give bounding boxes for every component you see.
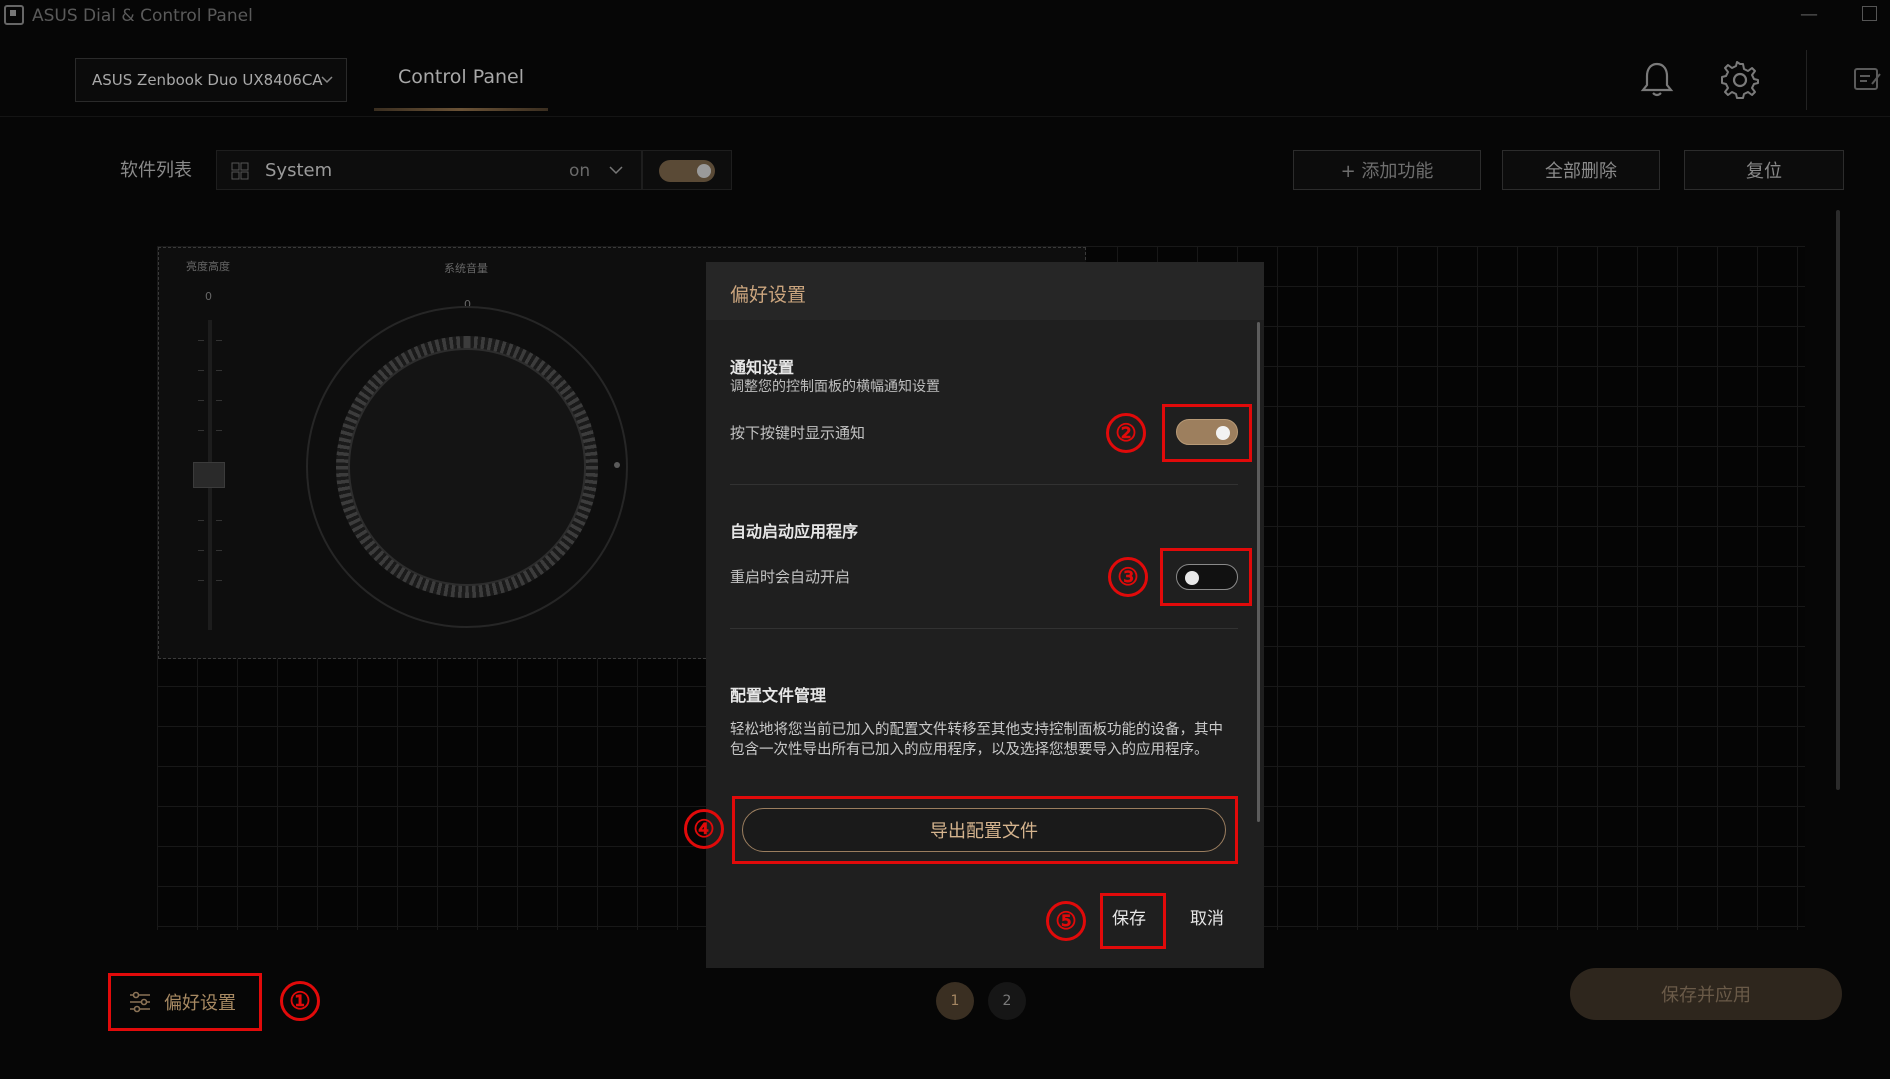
- annotation-box-4: [732, 796, 1238, 864]
- section-divider: [730, 484, 1238, 485]
- slider-tick: [216, 430, 222, 431]
- annotation-number-2: ②: [1106, 413, 1146, 453]
- slider-tick: [198, 430, 204, 431]
- slider-label: 亮度高度: [186, 260, 230, 273]
- notify-row-label: 按下按键时显示通知: [730, 424, 866, 442]
- slider-tick: [216, 340, 222, 341]
- slider-tick: [198, 550, 204, 551]
- page-1-button[interactable]: 1: [936, 982, 974, 1020]
- preferences-button[interactable]: 偏好设置: [108, 975, 260, 1029]
- dial-indicator: [614, 462, 620, 468]
- slider-tick: [198, 580, 204, 581]
- sliders-icon: [130, 991, 150, 1013]
- slider-tick: [216, 580, 222, 581]
- feedback-icon[interactable]: [1852, 64, 1882, 94]
- slider-tick: [198, 400, 204, 401]
- notify-section-title: 通知设置: [730, 358, 795, 377]
- tab-underline: [374, 108, 548, 111]
- header-separator: [1806, 50, 1807, 110]
- window-title: ASUS Dial & Control Panel: [32, 6, 253, 26]
- grid-icon: [231, 162, 249, 180]
- tab-control-panel[interactable]: Control Panel: [374, 66, 548, 112]
- slider-tick: [198, 370, 204, 371]
- page-2-button[interactable]: 2: [988, 982, 1026, 1020]
- title-bar: ASUS Dial & Control Panel —: [0, 0, 1890, 32]
- app-icon: [4, 5, 24, 25]
- section-divider: [730, 628, 1238, 629]
- dial-knob[interactable]: [348, 348, 586, 586]
- preferences-label: 偏好设置: [164, 993, 236, 1014]
- dialog-scrollbar[interactable]: [1257, 322, 1260, 822]
- dial-label: 系统音量: [444, 262, 488, 275]
- chevron-down-icon: [321, 76, 333, 84]
- add-function-button[interactable]: + 添加功能: [1293, 150, 1481, 190]
- slider-tick: [216, 550, 222, 551]
- slider-tick: [216, 370, 222, 371]
- gear-icon[interactable]: [1720, 60, 1760, 100]
- annotation-number-1: ①: [280, 981, 320, 1021]
- app-toggle-container: [642, 150, 732, 190]
- annotation-box-5: [1100, 893, 1166, 949]
- app-enable-toggle[interactable]: [659, 160, 715, 182]
- slider-thumb[interactable]: [193, 462, 225, 488]
- slider-tick: [198, 520, 204, 521]
- profile-description: 轻松地将您当前已加入的配置文件转移至其他支持控制面板功能的设备，其中包含一次性导…: [730, 722, 1223, 758]
- device-name: ASUS Zenbook Duo UX8406CA: [92, 71, 323, 89]
- header-divider: [0, 116, 1890, 117]
- profile-section-title: 配置文件管理: [730, 686, 827, 705]
- annotation-box-3: [1160, 548, 1252, 606]
- minimize-button[interactable]: —: [1800, 4, 1818, 25]
- maximize-button[interactable]: [1862, 6, 1877, 21]
- slider-tick: [216, 520, 222, 521]
- slider-tick: [216, 400, 222, 401]
- annotation-number-5: ⑤: [1046, 901, 1086, 941]
- dialog-title: 偏好设置: [730, 284, 807, 306]
- cancel-button[interactable]: 取消: [1190, 904, 1224, 929]
- annotation-number-4: ④: [684, 809, 724, 849]
- bell-icon[interactable]: [1640, 60, 1674, 98]
- reset-button[interactable]: 复位: [1684, 150, 1844, 190]
- autostart-row-label: 重启时会自动开启: [730, 568, 851, 586]
- save-and-apply-button[interactable]: 保存并应用: [1570, 968, 1842, 1020]
- annotation-number-3: ③: [1108, 557, 1148, 597]
- app-state: on: [569, 161, 591, 181]
- canvas-scrollbar[interactable]: [1836, 210, 1840, 790]
- app-name: System: [265, 160, 333, 181]
- dialog-header: 偏好设置: [706, 262, 1264, 320]
- delete-all-button[interactable]: 全部删除: [1502, 150, 1660, 190]
- app-select[interactable]: System on: [216, 150, 642, 190]
- slider-tick: [198, 340, 204, 341]
- chevron-down-icon: [609, 166, 623, 175]
- autostart-section-title: 自动启动应用程序: [730, 522, 859, 541]
- slider-value: 0: [205, 290, 212, 303]
- annotation-box-2: [1162, 404, 1252, 462]
- notify-section-subtitle: 调整您的控制面板的横幅通知设置: [730, 379, 940, 395]
- software-list-label: 软件列表: [120, 160, 192, 181]
- device-select[interactable]: ASUS Zenbook Duo UX8406CA: [75, 58, 347, 102]
